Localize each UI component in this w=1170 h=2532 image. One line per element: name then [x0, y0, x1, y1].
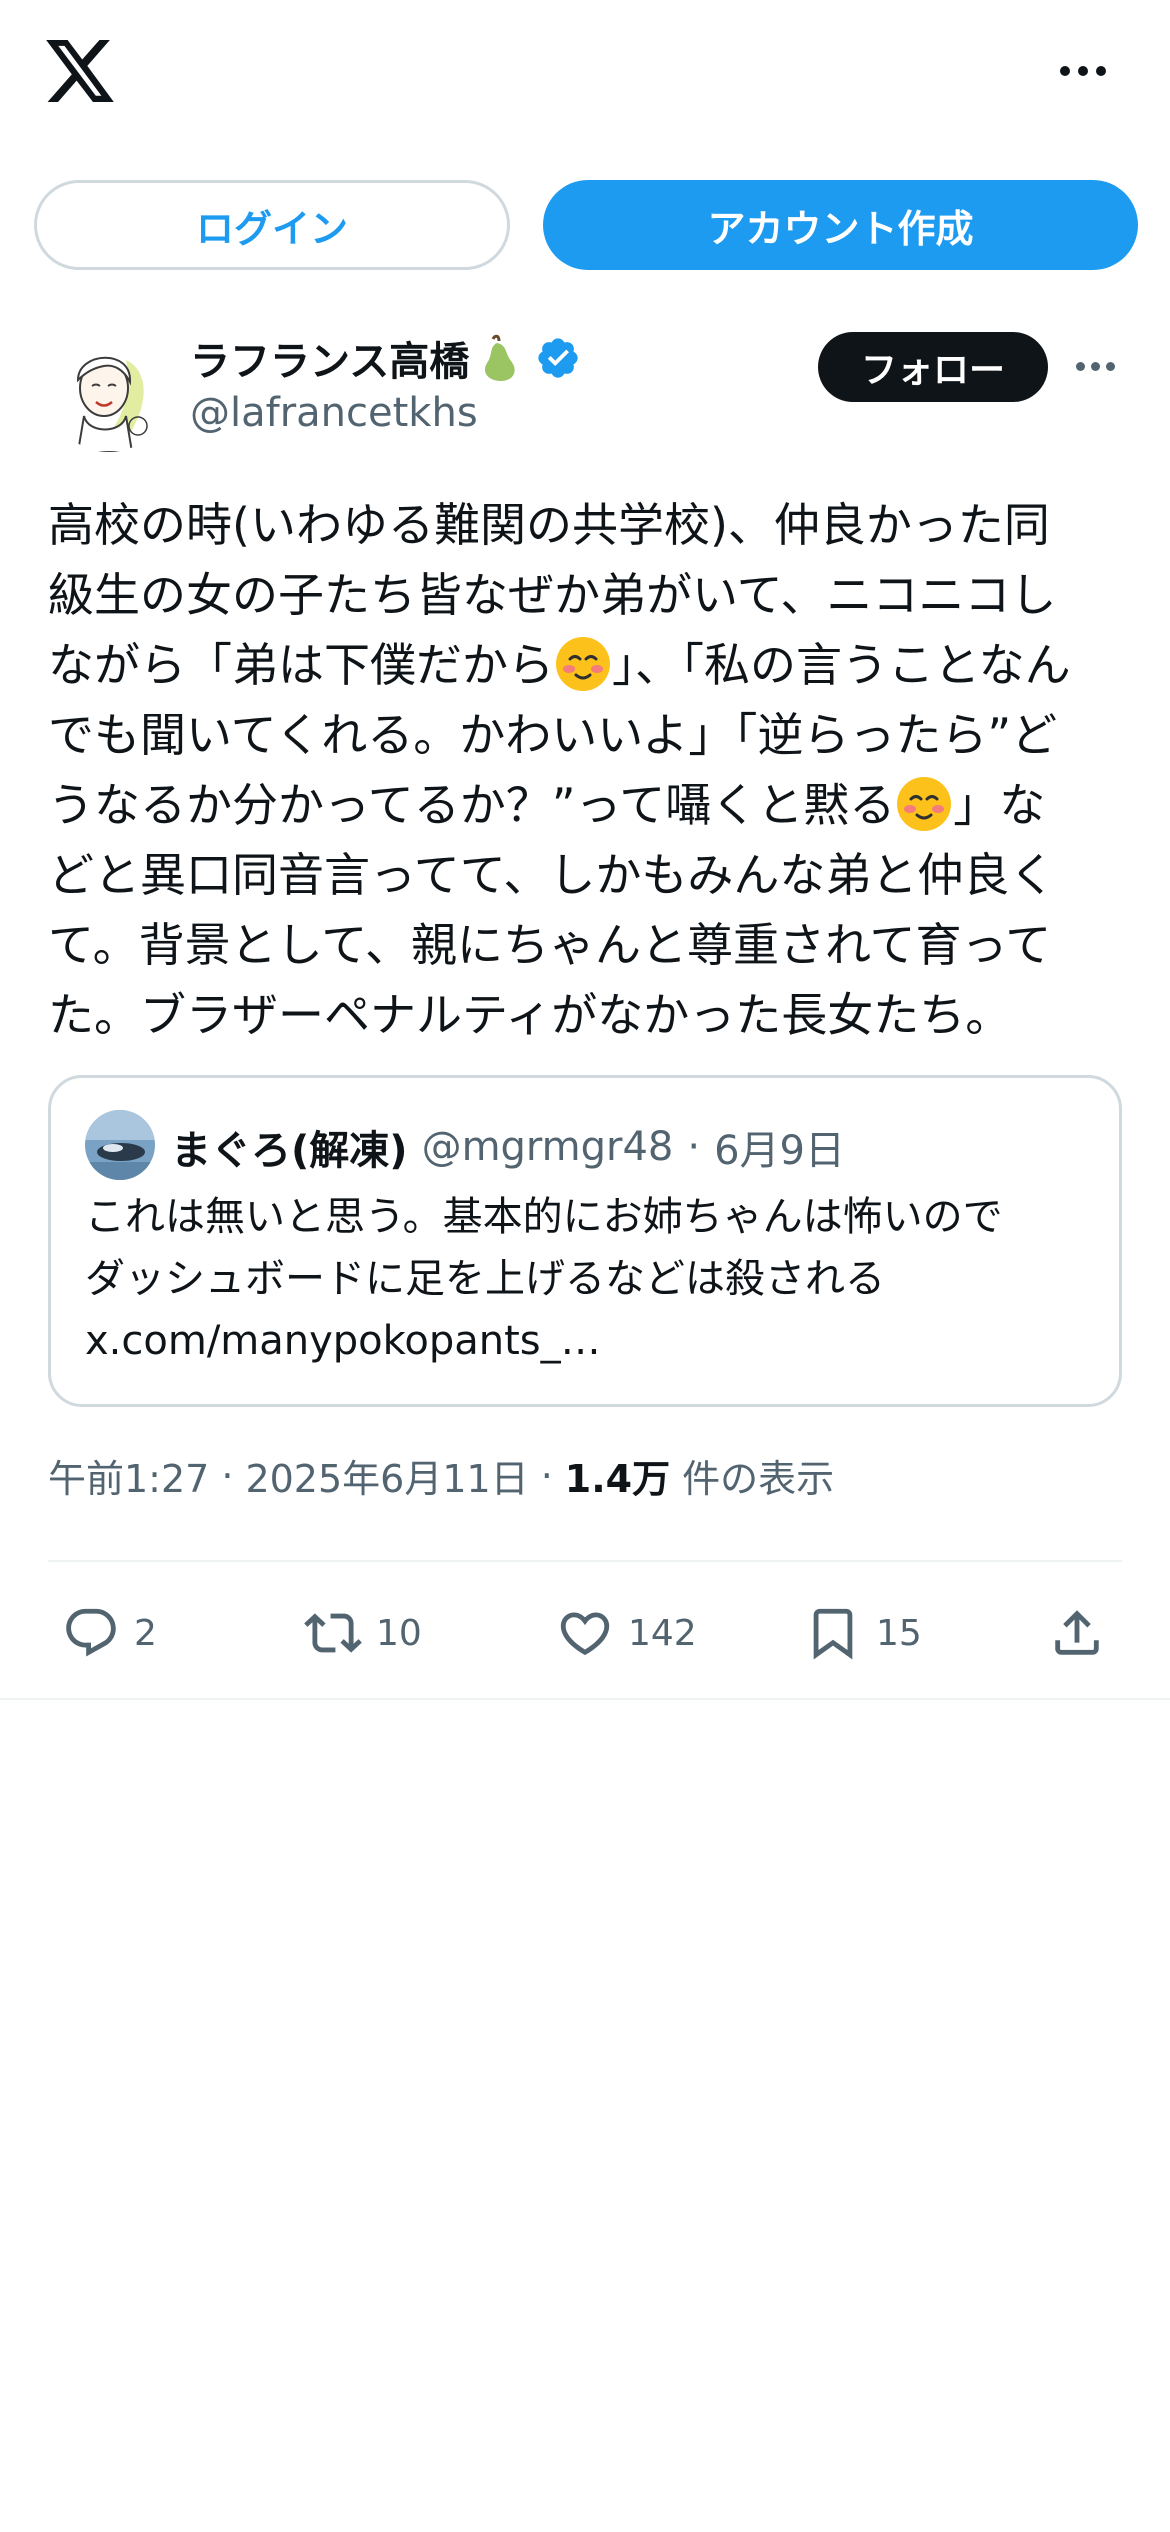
like-count: 142: [628, 1612, 697, 1654]
smiling-face-with-blush-emoji: [556, 637, 610, 691]
repost-button[interactable]: 10: [304, 1588, 422, 1678]
separator-dot: ·: [687, 1124, 701, 1170]
dot: [1078, 66, 1088, 76]
dot: [1106, 361, 1115, 371]
heart-icon: [560, 1612, 610, 1656]
login-button[interactable]: ログイン: [34, 180, 510, 270]
follow-button[interactable]: フォロー: [818, 332, 1048, 402]
repost-icon: [304, 1613, 362, 1653]
create-account-button[interactable]: アカウント作成: [543, 180, 1138, 270]
share-icon: [1055, 1610, 1099, 1655]
post-text: 高校の時(いわゆる難関の共学校)、仲良かった同 級生の女の子たち皆なぜか弟がいて…: [48, 490, 1128, 1050]
dot: [1091, 361, 1100, 371]
author-avatar[interactable]: [48, 330, 170, 452]
author-name-row[interactable]: ラフランス高橋: [190, 330, 581, 386]
repost-count: 10: [376, 1612, 422, 1654]
dot: [1076, 361, 1085, 371]
author-name[interactable]: ラフランス高橋: [190, 329, 469, 387]
quoted-author-handle: @mgrmgr48: [421, 1124, 674, 1170]
post-actions: 2 10 142 15: [0, 1588, 1170, 1678]
quoted-post-header: まぐろ(解凍) @mgrmgr48 · 6月9日: [171, 1112, 845, 1182]
divider: [0, 1698, 1170, 1700]
views-count: 1.4万: [564, 1457, 671, 1501]
reply-button[interactable]: 2: [62, 1588, 157, 1678]
reply-icon: [66, 1608, 116, 1657]
top-bar: [0, 0, 1170, 150]
post-time[interactable]: 午前1:27: [48, 1448, 209, 1503]
quoted-author-name: まぐろ(解凍): [171, 1128, 408, 1174]
post-more-icon[interactable]: [1076, 360, 1120, 372]
verified-badge-icon: [538, 338, 578, 378]
avatar-photo: [85, 1110, 155, 1180]
reply-count: 2: [134, 1612, 157, 1654]
quoted-post-card[interactable]: まぐろ(解凍) @mgrmgr48 · 6月9日 これは無いと思う。基本的にお姉…: [48, 1075, 1122, 1407]
quoted-post-text: これは無いと思う。基本的にお姉ちゃんは怖いので ダッシュボードに足を上げるなどは…: [85, 1186, 1085, 1372]
quoted-text-line: ダッシュボードに足を上げるなどは殺される: [85, 1256, 885, 1302]
separator-dot: ·: [540, 1453, 553, 1498]
quoted-post-date: 6月9日: [714, 1128, 845, 1174]
avatar-illustration: [48, 330, 170, 452]
share-button[interactable]: [1048, 1588, 1106, 1678]
post-date[interactable]: 2025年6月11日: [245, 1448, 528, 1503]
x-logo-icon[interactable]: [46, 40, 114, 102]
bookmark-icon: [813, 1608, 853, 1660]
bookmark-count: 15: [876, 1612, 922, 1654]
dot: [1096, 66, 1106, 76]
bookmark-button[interactable]: 15: [804, 1588, 922, 1678]
pear-icon: [485, 334, 515, 381]
smiling-face-with-blush-emoji: [897, 777, 952, 831]
dot: [1060, 66, 1070, 76]
views-label: 件の表示: [682, 1457, 835, 1501]
quoted-text-line: これは無いと思う。基本的にお姉ちゃんは怖いので: [85, 1194, 1003, 1240]
divider: [48, 1560, 1122, 1562]
author-handle[interactable]: @lafrancetkhs: [190, 390, 478, 436]
quoted-link[interactable]: x.com/manypokopants_…: [85, 1310, 1085, 1372]
like-button[interactable]: 142: [556, 1588, 697, 1678]
separator-dot: ·: [221, 1453, 234, 1498]
more-horizontal-icon[interactable]: [1060, 56, 1112, 86]
post-meta: 午前1:27 · 2025年6月11日 · 1.4万 件の表示: [48, 1448, 834, 1503]
quoted-author-avatar: [85, 1110, 155, 1180]
